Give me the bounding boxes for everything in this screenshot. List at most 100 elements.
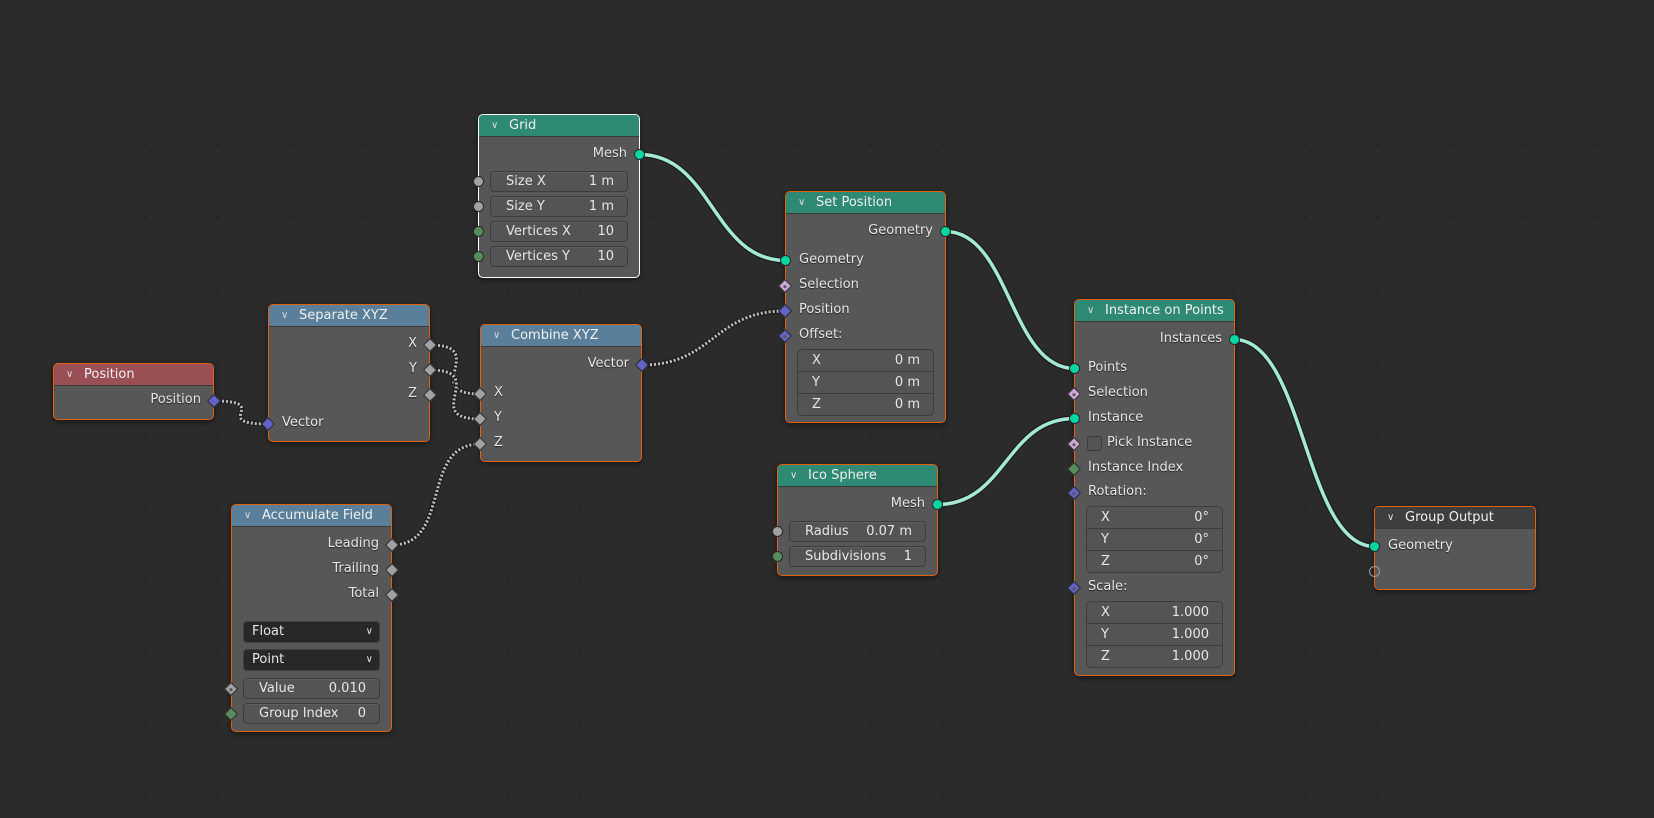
geometry-socket-icon[interactable]	[634, 149, 645, 160]
size-x-field[interactable]: Size X 1 m	[490, 171, 628, 192]
vector-field-socket-icon[interactable]	[1066, 485, 1082, 501]
field-label: Vertices Y	[506, 249, 570, 264]
node-group-output[interactable]: ∨ Group Output Geometry	[1369, 506, 1536, 590]
chevron-down-icon: ∨	[365, 626, 373, 637]
rotation-y-field[interactable]: Y 0°	[1087, 529, 1222, 551]
integer-socket-icon[interactable]	[772, 551, 783, 562]
node-header[interactable]: ∨ Separate XYZ	[269, 305, 429, 327]
field-value: 10	[597, 249, 614, 264]
integer-socket-icon[interactable]	[473, 251, 484, 262]
geometry-link[interactable]	[639, 152, 786, 263]
node-accumulate-field[interactable]: ∨ Accumulate Field Leading Trailing Total…	[223, 504, 400, 732]
scale-x-field[interactable]: X 1.000	[1087, 602, 1222, 624]
field-label: Subdivisions	[805, 549, 887, 564]
vector-field-socket-icon[interactable]	[777, 328, 793, 344]
vertices-y-field[interactable]: Vertices Y 10	[490, 246, 628, 267]
chevron-down-icon[interactable]: ∨	[1387, 507, 1401, 528]
node-position[interactable]: ∨ Position Position	[53, 363, 222, 420]
chevron-down-icon[interactable]: ∨	[790, 465, 804, 486]
chevron-down-icon[interactable]: ∨	[281, 305, 295, 326]
node-header[interactable]: ∨ Combine XYZ	[481, 325, 641, 347]
domain-dropdown[interactable]: Point ∨	[243, 649, 380, 671]
boolean-field-socket-icon[interactable]	[1066, 436, 1082, 452]
geometry-link[interactable]	[1234, 337, 1375, 549]
output-mesh: Mesh	[778, 493, 943, 515]
field-link[interactable]	[641, 309, 786, 367]
float-socket-icon[interactable]	[384, 537, 400, 553]
size-y-field[interactable]: Size Y 1 m	[490, 196, 628, 217]
field-link[interactable]	[391, 442, 481, 547]
radius-field[interactable]: Radius 0.07 m	[789, 521, 926, 542]
vector-field-socket-icon[interactable]	[1066, 580, 1082, 596]
offset-y-field[interactable]: Y 0 m	[798, 372, 933, 394]
rotation-z-field[interactable]: Z 0°	[1087, 551, 1222, 572]
subdivisions-field[interactable]: Subdivisions 1	[789, 546, 926, 567]
float-socket-icon[interactable]	[384, 562, 400, 578]
geometry-link[interactable]	[937, 416, 1075, 507]
vector-socket-icon[interactable]	[634, 357, 650, 373]
scale-y-field[interactable]: Y 1.000	[1087, 624, 1222, 646]
integer-socket-icon[interactable]	[223, 706, 239, 722]
node-ico-sphere[interactable]: ∨ Ico Sphere Mesh Radius 0.07 m Subdivisio…	[772, 464, 943, 576]
geometry-socket-icon[interactable]	[932, 499, 943, 510]
geometry-socket-icon[interactable]	[1369, 541, 1380, 552]
node-combine-xyz[interactable]: ∨ Combine XYZ Vector X Y Z	[472, 324, 650, 462]
vertices-x-field[interactable]: Vertices X 10	[490, 221, 628, 242]
vector-socket-icon[interactable]	[260, 416, 276, 432]
float-socket-icon[interactable]	[473, 201, 484, 212]
geometry-socket-icon[interactable]	[1069, 413, 1080, 424]
geometry-socket-icon[interactable]	[780, 255, 791, 266]
boolean-field-socket-icon[interactable]	[777, 278, 793, 294]
float-socket-icon[interactable]	[472, 411, 488, 427]
empty-socket-icon[interactable]	[1369, 566, 1380, 577]
float-socket-icon[interactable]	[422, 337, 438, 353]
vector-socket-icon[interactable]	[206, 393, 222, 409]
float-socket-icon[interactable]	[473, 176, 484, 187]
float-field-socket-icon[interactable]	[223, 681, 239, 697]
float-socket-icon[interactable]	[472, 436, 488, 452]
node-header[interactable]: ∨ Grid	[479, 115, 639, 137]
chevron-down-icon[interactable]: ∨	[1087, 300, 1101, 321]
node-set-position[interactable]: ∨ Set Position Geometry Geometry Selectio…	[777, 191, 951, 423]
node-grid[interactable]: ∨ Grid Mesh Size X 1 m Size Y 1 m Vertices …	[473, 114, 645, 278]
rotation-x-field[interactable]: X 0°	[1087, 507, 1222, 529]
node-header[interactable]: ∨ Set Position	[786, 192, 945, 214]
data-type-dropdown[interactable]: Float ∨	[243, 621, 380, 643]
node-header[interactable]: ∨ Instance on Points	[1075, 300, 1234, 322]
float-socket-icon[interactable]	[472, 386, 488, 402]
integer-socket-icon[interactable]	[473, 226, 484, 237]
node-header[interactable]: ∨ Position	[54, 364, 213, 386]
node-header[interactable]: ∨ Group Output	[1375, 507, 1535, 529]
chevron-down-icon[interactable]: ∨	[491, 115, 505, 136]
float-socket-icon[interactable]	[422, 362, 438, 378]
node-separate-xyz[interactable]: ∨ Separate XYZ X Y Z Vector	[260, 304, 438, 442]
chevron-down-icon[interactable]: ∨	[244, 505, 258, 526]
node-header[interactable]: ∨ Accumulate Field	[232, 505, 391, 527]
geometry-socket-icon[interactable]	[1069, 363, 1080, 374]
float-socket-icon[interactable]	[422, 387, 438, 403]
field-value: 1.000	[1171, 649, 1209, 664]
field-link[interactable]	[213, 399, 269, 426]
integer-socket-icon[interactable]	[1066, 461, 1082, 477]
input-vector: Vector	[260, 412, 429, 434]
node-instance-on-points[interactable]: ∨ Instance on Points Instances Points Sel…	[1066, 299, 1240, 676]
boolean-field-socket-icon[interactable]	[1066, 386, 1082, 402]
node-header[interactable]: ∨ Ico Sphere	[778, 465, 937, 487]
vector-socket-icon[interactable]	[777, 303, 793, 319]
scale-z-field[interactable]: Z 1.000	[1087, 646, 1222, 667]
float-socket-icon[interactable]	[384, 587, 400, 603]
geometry-socket-icon[interactable]	[1229, 334, 1240, 345]
float-socket-icon[interactable]	[772, 526, 783, 537]
value-field[interactable]: Value 0.010	[243, 678, 380, 699]
field-value: 1 m	[588, 174, 614, 189]
geometry-socket-icon[interactable]	[940, 226, 951, 237]
offset-x-field[interactable]: X 0 m	[798, 350, 933, 372]
pick-instance-checkbox[interactable]	[1087, 436, 1102, 451]
chevron-down-icon[interactable]: ∨	[493, 325, 507, 346]
chevron-down-icon[interactable]: ∨	[66, 364, 80, 385]
offset-z-field[interactable]: Z 0 m	[798, 394, 933, 415]
geometry-link[interactable]	[945, 229, 1075, 371]
socket-label: Selection	[799, 277, 859, 292]
chevron-down-icon[interactable]: ∨	[798, 192, 812, 213]
group-index-field[interactable]: Group Index 0	[243, 703, 380, 724]
